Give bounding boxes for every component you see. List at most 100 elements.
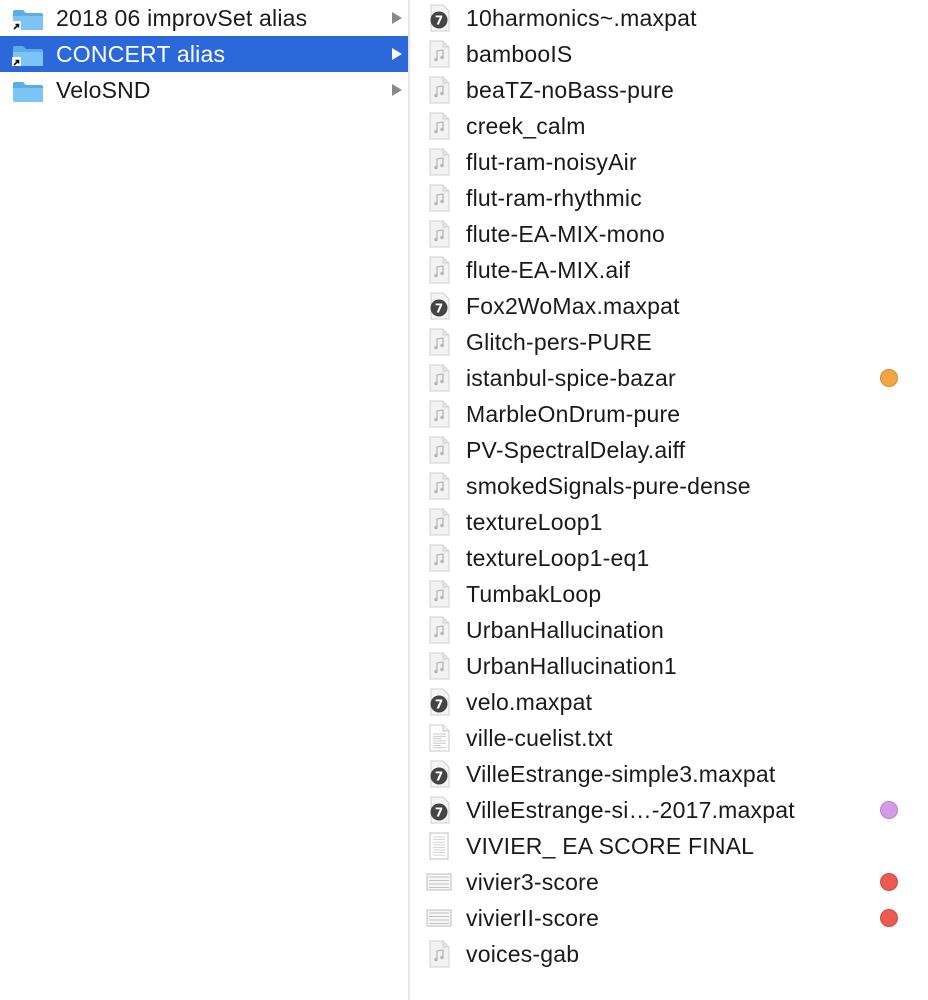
file-row[interactable]: 7 Fox2WoMax.maxpat bbox=[410, 288, 928, 324]
chevron-right-icon bbox=[392, 84, 402, 96]
file-label: creek_calm bbox=[466, 113, 586, 139]
file-row[interactable]: creek_calm bbox=[410, 108, 928, 144]
svg-text:7: 7 bbox=[435, 14, 443, 28]
max-patch-icon: 7 bbox=[426, 796, 452, 824]
audio-file-icon bbox=[426, 508, 452, 536]
file-row[interactable]: textureLoop1 bbox=[410, 504, 928, 540]
audio-file-icon bbox=[426, 184, 452, 212]
file-row[interactable]: VIVIER_ EA SCORE FINAL bbox=[410, 828, 928, 864]
svg-text:7: 7 bbox=[435, 302, 443, 316]
file-label: VilleEstrange-si…-2017.maxpat bbox=[466, 797, 795, 823]
color-tag-dot bbox=[880, 369, 898, 387]
file-row[interactable]: beaTZ-noBass-pure bbox=[410, 72, 928, 108]
folder-label: VeloSND bbox=[56, 77, 151, 103]
folder-alias-icon bbox=[12, 9, 44, 31]
file-label: flut-ram-rhythmic bbox=[466, 185, 642, 211]
file-label: vivier3-score bbox=[466, 869, 599, 895]
file-row[interactable]: voices-gab bbox=[410, 936, 928, 972]
folder-row[interactable]: CONCERT alias bbox=[0, 36, 408, 72]
file-label: ville-cuelist.txt bbox=[466, 725, 613, 751]
file-label: Glitch-pers-PURE bbox=[466, 329, 652, 355]
file-row[interactable]: 7 VilleEstrange-simple3.maxpat bbox=[410, 756, 928, 792]
file-label: flute-EA-MIX-mono bbox=[466, 221, 665, 247]
folder-label: 2018 06 improvSet alias bbox=[56, 5, 308, 31]
audio-file-icon bbox=[426, 76, 452, 104]
file-row[interactable]: flut-ram-rhythmic bbox=[410, 180, 928, 216]
folder-row[interactable]: VeloSND bbox=[0, 72, 408, 108]
audio-file-icon bbox=[426, 652, 452, 680]
svg-text:7: 7 bbox=[435, 698, 443, 712]
file-row[interactable]: 7 VilleEstrange-si…-2017.maxpat bbox=[410, 792, 928, 828]
file-row[interactable]: PV-SpectralDelay.aiff bbox=[410, 432, 928, 468]
parent-folder-column[interactable]: 2018 06 improvSet alias CONCERT alias Velo… bbox=[0, 0, 408, 1000]
file-row[interactable]: bambooIS bbox=[410, 36, 928, 72]
file-label: istanbul-spice-bazar bbox=[466, 365, 676, 391]
file-row[interactable]: vivier3-score bbox=[410, 864, 928, 900]
file-row[interactable]: UrbanHallucination bbox=[410, 612, 928, 648]
file-row[interactable]: 7 10harmonics~.maxpat bbox=[410, 0, 928, 36]
file-label: UrbanHallucination bbox=[466, 617, 664, 643]
file-label: vivierII-score bbox=[466, 905, 600, 931]
file-label: Fox2WoMax.maxpat bbox=[466, 293, 680, 319]
audio-file-icon bbox=[426, 364, 452, 392]
file-row[interactable]: textureLoop1-eq1 bbox=[410, 540, 928, 576]
score-file-icon bbox=[426, 868, 452, 896]
max-patch-icon: 7 bbox=[426, 760, 452, 788]
file-row[interactable]: flute-EA-MIX.aif bbox=[410, 252, 928, 288]
file-label: flute-EA-MIX.aif bbox=[466, 257, 631, 283]
folder-label: CONCERT alias bbox=[56, 41, 226, 67]
folder-contents-column[interactable]: 7 10harmonics~.maxpat bambooIS beaTZ-noBass… bbox=[410, 0, 928, 1000]
audio-file-icon bbox=[426, 256, 452, 284]
file-label: smokedSignals-pure-dense bbox=[466, 473, 751, 499]
file-row[interactable]: TumbakLoop bbox=[410, 576, 928, 612]
max-patch-icon: 7 bbox=[426, 688, 452, 716]
audio-file-icon bbox=[426, 544, 452, 572]
text-file-icon bbox=[426, 724, 452, 752]
file-label: 10harmonics~.maxpat bbox=[466, 5, 697, 31]
file-row[interactable]: ville-cuelist.txt bbox=[410, 720, 928, 756]
color-tag-dot bbox=[880, 873, 898, 891]
score-file-icon bbox=[426, 904, 452, 932]
file-label: VilleEstrange-simple3.maxpat bbox=[466, 761, 776, 787]
file-row[interactable]: Glitch-pers-PURE bbox=[410, 324, 928, 360]
file-label: velo.maxpat bbox=[466, 689, 593, 715]
file-row[interactable]: flut-ram-noisyAir bbox=[410, 144, 928, 180]
file-row[interactable]: smokedSignals-pure-dense bbox=[410, 468, 928, 504]
document-icon bbox=[426, 832, 452, 860]
folder-alias-icon bbox=[12, 45, 44, 67]
audio-file-icon bbox=[426, 112, 452, 140]
file-label: beaTZ-noBass-pure bbox=[466, 77, 674, 103]
file-row[interactable]: MarbleOnDrum-pure bbox=[410, 396, 928, 432]
file-row[interactable]: UrbanHallucination1 bbox=[410, 648, 928, 684]
file-row[interactable]: vivierII-score bbox=[410, 900, 928, 936]
chevron-right-icon bbox=[392, 12, 402, 24]
file-label: PV-SpectralDelay.aiff bbox=[466, 437, 686, 463]
color-tag-dot bbox=[880, 801, 898, 819]
file-label: voices-gab bbox=[466, 941, 580, 967]
chevron-right-icon bbox=[392, 48, 402, 60]
file-label: textureLoop1-eq1 bbox=[466, 545, 650, 571]
file-label: TumbakLoop bbox=[466, 581, 602, 607]
svg-text:7: 7 bbox=[435, 806, 443, 820]
file-label: UrbanHallucination1 bbox=[466, 653, 677, 679]
folder-row[interactable]: 2018 06 improvSet alias bbox=[0, 0, 408, 36]
audio-file-icon bbox=[426, 40, 452, 68]
file-row[interactable]: 7 velo.maxpat bbox=[410, 684, 928, 720]
file-label: flut-ram-noisyAir bbox=[466, 149, 637, 175]
svg-text:7: 7 bbox=[435, 770, 443, 784]
file-label: MarbleOnDrum-pure bbox=[466, 401, 681, 427]
audio-file-icon bbox=[426, 148, 452, 176]
max-patch-icon: 7 bbox=[426, 292, 452, 320]
audio-file-icon bbox=[426, 220, 452, 248]
file-row[interactable]: istanbul-spice-bazar bbox=[410, 360, 928, 396]
audio-file-icon bbox=[426, 328, 452, 356]
audio-file-icon bbox=[426, 580, 452, 608]
file-row[interactable]: flute-EA-MIX-mono bbox=[410, 216, 928, 252]
audio-file-icon bbox=[426, 472, 452, 500]
color-tag-dot bbox=[880, 909, 898, 927]
file-label: bambooIS bbox=[466, 41, 573, 67]
audio-file-icon bbox=[426, 616, 452, 644]
file-label: VIVIER_ EA SCORE FINAL bbox=[466, 833, 755, 859]
file-label: textureLoop1 bbox=[466, 509, 603, 535]
folder-icon bbox=[12, 81, 44, 103]
